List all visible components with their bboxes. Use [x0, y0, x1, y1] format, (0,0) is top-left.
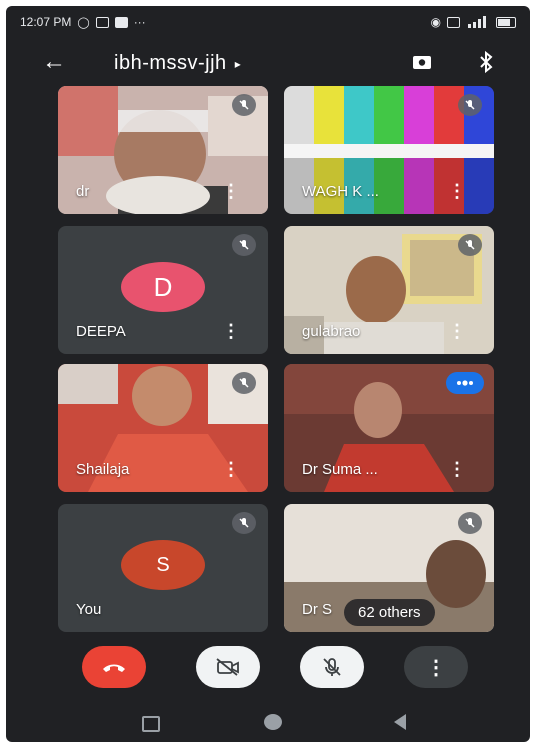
mic-off-icon [323, 658, 341, 676]
switch-camera-icon[interactable] [408, 50, 436, 78]
mic-toggle-button[interactable] [300, 646, 364, 688]
participant-tile[interactable]: Shailaja ⋮ [58, 364, 268, 492]
other-participants-count[interactable]: 62 others [344, 599, 435, 626]
back-icon[interactable] [394, 714, 406, 730]
meeting-title[interactable]: ibh-mssv-jjh ▸ [114, 52, 241, 75]
avatar: D [121, 262, 205, 313]
participant-name: You [76, 601, 102, 618]
avatar: S [121, 540, 205, 591]
participant-tile-self[interactable]: S You [58, 504, 268, 632]
avatar-initial: S [156, 553, 170, 576]
more-notifications: ··· [133, 15, 146, 29]
back-arrow-icon[interactable]: ← [42, 48, 66, 76]
call-controls: ⋮ [6, 646, 530, 696]
meeting-header: ← ibh-mssv-jjh ▸ [6, 44, 530, 84]
participant-name: Dr Suma ... [302, 461, 378, 478]
more-vert-icon[interactable]: ⋮ [448, 181, 466, 202]
participant-tile[interactable]: Dr S 62 others [284, 504, 494, 632]
mic-off-icon [458, 94, 482, 116]
mic-off-icon [232, 372, 256, 394]
chevron-right-icon: ▸ [234, 56, 242, 71]
participant-name: Dr S [302, 601, 332, 618]
participant-tile[interactable]: D DEEPA ⋮ [58, 226, 268, 354]
more-vert-icon[interactable]: ⋮ [222, 321, 240, 342]
participant-name: Shailaja [76, 461, 130, 478]
mic-off-icon [458, 512, 482, 534]
participant-tile[interactable]: Dr Suma ... ⋮ [284, 364, 494, 492]
end-call-button[interactable] [82, 646, 146, 688]
participant-name: dr [76, 183, 90, 200]
recents-icon[interactable] [142, 716, 160, 732]
signal-icon [468, 16, 486, 28]
more-vert-icon[interactable]: ⋮ [222, 459, 240, 480]
participant-tile[interactable]: gulabrao ⋮ [284, 226, 494, 354]
mic-off-icon [232, 234, 256, 256]
participant-name: WAGH K ... [302, 183, 379, 200]
mic-off-icon [232, 512, 256, 534]
more-vert-icon[interactable]: ⋮ [222, 181, 240, 202]
speaking-indicator-icon [446, 372, 484, 394]
camera-toggle-button[interactable] [196, 646, 260, 688]
videocam-off-icon [216, 658, 239, 676]
participant-name: DEEPA [76, 323, 126, 340]
more-vert-icon[interactable]: ⋮ [448, 459, 466, 480]
participant-tile[interactable]: WAGH K ... ⋮ [284, 86, 494, 214]
more-options-button[interactable]: ⋮ [404, 646, 468, 688]
meeting-code: ibh-mssv-jjh [114, 52, 227, 74]
more-vert-icon[interactable]: ⋮ [448, 321, 466, 342]
gallery-icon [95, 16, 109, 28]
avatar-initial: D [153, 271, 173, 302]
notification-icon [114, 16, 128, 28]
status-time: 12:07 PM [20, 15, 72, 29]
battery-icon [496, 16, 516, 28]
alarm-icon: ◉ [430, 15, 441, 29]
status-bar: 12:07 PM ◯ ··· ◉ [6, 6, 530, 38]
whatsapp-icon: ◯ [77, 16, 90, 29]
participant-tile[interactable]: dr ⋮ [58, 86, 268, 214]
mic-off-icon [232, 94, 256, 116]
meet-screen: 12:07 PM ◯ ··· ◉ ← ibh-mssv-jjh ▸ dr ⋮ W… [6, 6, 530, 742]
phone-hangup-icon [103, 664, 125, 672]
system-nav-bar [6, 708, 530, 738]
home-icon[interactable] [264, 714, 282, 730]
sim-icon [447, 16, 460, 28]
mic-off-icon [458, 234, 482, 256]
bluetooth-audio-icon[interactable] [472, 50, 500, 78]
participant-name: gulabrao [302, 323, 361, 340]
more-vert-icon: ⋮ [426, 656, 446, 679]
